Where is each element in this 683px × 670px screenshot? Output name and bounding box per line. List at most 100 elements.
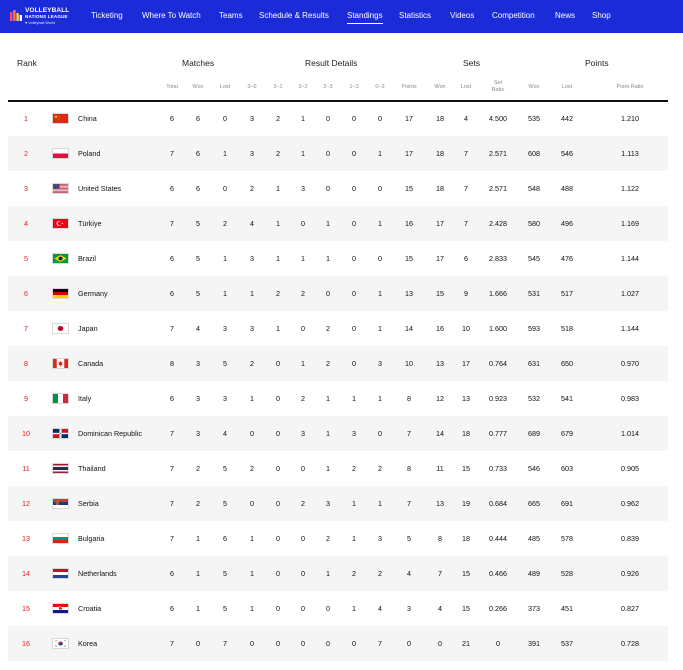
cell-points-lost: 537 — [561, 639, 573, 648]
cell-total: 6 — [170, 569, 174, 578]
cell-total: 7 — [170, 149, 174, 158]
cell-points-won: 532 — [528, 394, 540, 403]
team-name[interactable]: Canada — [78, 346, 103, 381]
cell-points-lost: 528 — [561, 569, 573, 578]
cell-2-3: 2 — [326, 359, 330, 368]
cell-points-won: 485 — [528, 534, 540, 543]
cell-3-0: 1 — [250, 289, 254, 298]
nav-teams[interactable]: Teams — [219, 0, 243, 33]
team-name[interactable]: Brazil — [78, 241, 96, 276]
table-row[interactable]: 6 Germany 6 5 1 1 2 2 0 0 1 13 15 9 1.666 531 517 1.027 — [8, 276, 668, 311]
table-row[interactable]: 15 Croatia 6 1 5 1 0 0 0 1 4 3 4 15 0.266 373 451 0.827 — [8, 591, 668, 626]
cell-points-lost: 476 — [561, 254, 573, 263]
subheader-point-ratio: Point Ratio — [616, 84, 644, 90]
table-row[interactable]: 14 Netherlands 6 1 5 1 0 0 1 2 2 4 7 15 0.466 489 528 0.9… — [8, 556, 668, 591]
cell-set-ratio: 0.733 — [489, 464, 507, 473]
cell-set-ratio: 0.266 — [489, 604, 507, 613]
table-row[interactable]: 4 Türkiye 7 5 2 4 1 0 1 0 1 16 17 7 2.428 580 496 1.169 — [8, 206, 668, 241]
cell-set-ratio: 2.833 — [489, 254, 507, 263]
team-name[interactable]: Germany — [78, 276, 108, 311]
cell-3-2: 0 — [301, 324, 305, 333]
team-name[interactable]: Netherlands — [78, 556, 117, 591]
cell-sets-lost: 6 — [464, 254, 468, 263]
cell-3-1: 1 — [276, 219, 280, 228]
cell-3-2: 1 — [301, 149, 305, 158]
nav-statistics[interactable]: Statistics — [399, 0, 431, 33]
cell-sets-lost: 15 — [462, 464, 470, 473]
team-name[interactable]: Italy — [78, 381, 91, 416]
cell-0-3: 1 — [378, 394, 382, 403]
cell-set-ratio: 2.571 — [489, 184, 507, 193]
team-name[interactable]: Korea — [78, 626, 97, 661]
table-row[interactable]: 3 United States 6 6 0 2 1 3 0 0 0 15 18 7 2.571 548 488 1… — [8, 171, 668, 206]
cell-won: 3 — [196, 429, 200, 438]
vnl-logo[interactable]: VOLLEYBALL NATIONS LEAGUE ♥ Volleyball W… — [10, 4, 76, 30]
table-row[interactable]: 9 Italy 6 3 3 1 0 2 1 1 1 8 12 13 0.923 532 541 0.983 — [8, 381, 668, 416]
nav-ticketing[interactable]: Ticketing — [91, 0, 123, 33]
team-name[interactable]: Dominican Republic — [78, 416, 142, 451]
table-row[interactable]: 16 Korea 7 0 7 0 0 0 0 0 7 0 0 21 0 391 537 0.728 — [8, 626, 668, 661]
cell-sets-won: 18 — [436, 184, 444, 193]
cell-3-2: 3 — [301, 429, 305, 438]
team-name[interactable]: China — [78, 101, 97, 136]
cell-sets-lost: 7 — [464, 219, 468, 228]
nav-shop[interactable]: Shop — [592, 0, 611, 33]
table-row[interactable]: 11 Thailand 7 2 5 2 0 0 1 2 2 8 11 15 0.733 546 603 0.905 — [8, 451, 668, 486]
table-row[interactable]: 12 Serbia 7 2 5 0 0 2 3 1 1 7 13 19 0.684 665 691 0.962 — [8, 486, 668, 521]
cell-point-ratio: 1.210 — [621, 114, 639, 123]
cell-2-3: 0 — [326, 184, 330, 193]
cell-3-1: 0 — [276, 604, 280, 613]
table-row[interactable]: 8 Canada 8 3 5 2 0 1 2 0 3 10 13 17 0.764 631 650 0.970 — [8, 346, 668, 381]
cell-1-3: 0 — [352, 359, 356, 368]
table-row[interactable]: 2 Poland 7 6 1 3 2 1 0 0 1 17 18 7 2.571 608 546 1.113 — [8, 136, 668, 171]
cell-set-ratio: 1.666 — [489, 289, 507, 298]
nav-where-to-watch[interactable]: Where To Watch — [142, 0, 201, 33]
team-name[interactable]: Poland — [78, 136, 100, 171]
cell-3-2: 1 — [301, 359, 305, 368]
table-row[interactable]: 7 Japan 7 4 3 3 1 0 2 0 1 14 16 10 1.600 593 518 1.144 — [8, 311, 668, 346]
nav-standings[interactable]: Standings — [347, 0, 383, 33]
cell-2-3: 3 — [326, 499, 330, 508]
nav-videos[interactable]: Videos — [450, 0, 474, 33]
table-row[interactable]: 5 Brazil 6 5 1 3 1 1 1 0 0 15 17 6 2.833 545 476 1.144 — [8, 241, 668, 276]
cell-sets-won: 17 — [436, 219, 444, 228]
cell-set-ratio: 4.500 — [489, 114, 507, 123]
cell-3-0: 3 — [250, 324, 254, 333]
table-row[interactable]: 13 Bulgaria 7 1 6 1 0 0 2 1 3 5 8 18 0.444 485 578 0.839 — [8, 521, 668, 556]
cell-1-3: 0 — [352, 219, 356, 228]
table-row[interactable]: 10 Dominican Republic 7 3 4 0 0 3 1 3 0 7 14 18 0.777 6… — [8, 416, 668, 451]
cell-1-3: 1 — [352, 499, 356, 508]
cell-3-1: 0 — [276, 639, 280, 648]
table-row[interactable]: 1 China 6 6 0 3 2 1 0 0 0 17 18 4 4.500 535 442 1.210 — [8, 101, 668, 136]
subheader-lost: Lost — [219, 84, 231, 90]
cell-points: 7 — [407, 429, 411, 438]
cell-2-3: 0 — [326, 114, 330, 123]
nav-news[interactable]: News — [555, 0, 575, 33]
cell-won: 4 — [196, 324, 200, 333]
team-name[interactable]: Serbia — [78, 486, 99, 521]
cell-won: 6 — [196, 149, 200, 158]
cell-2-3: 0 — [326, 149, 330, 158]
cell-0-3: 4 — [378, 604, 382, 613]
cell-lost: 0 — [223, 114, 227, 123]
nav-competition[interactable]: Competition — [492, 0, 535, 33]
cell-3-0: 3 — [250, 149, 254, 158]
team-name[interactable]: Croatia — [78, 591, 101, 626]
cell-set-ratio: 0.444 — [489, 534, 507, 543]
cell-3-1: 0 — [276, 534, 280, 543]
nav-schedule-results[interactable]: Schedule & Results — [259, 0, 329, 33]
cell-point-ratio: 1.014 — [621, 429, 639, 438]
cell-points: 3 — [407, 604, 411, 613]
flag-rs-icon — [52, 498, 69, 509]
flag-cn-icon — [52, 113, 69, 124]
cell-1-3: 1 — [352, 604, 356, 613]
flag-it-icon — [52, 393, 69, 404]
team-name[interactable]: United States — [78, 171, 121, 206]
team-name[interactable]: Türkiye — [78, 206, 102, 241]
brand-title: VOLLEYBALL — [25, 7, 70, 14]
team-name[interactable]: Bulgaria — [78, 521, 104, 556]
cell-points-lost: 578 — [561, 534, 573, 543]
team-name[interactable]: Thailand — [78, 451, 106, 486]
team-name[interactable]: Japan — [78, 311, 98, 346]
cell-set-ratio: 0.684 — [489, 499, 507, 508]
